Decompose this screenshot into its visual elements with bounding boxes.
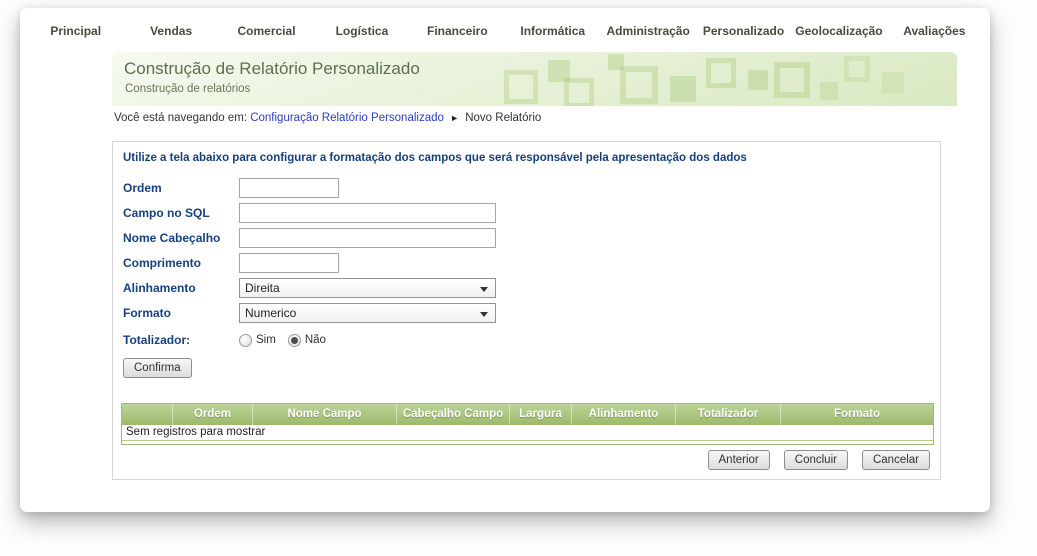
nav-label: Comercial: [237, 24, 296, 38]
report-config-panel: Utilize a tela abaixo para configurar a …: [112, 141, 941, 480]
ordem-label: Ordem: [123, 181, 162, 195]
column-header-ordem[interactable]: Ordem: [172, 404, 252, 425]
nav-label: Geolocalização: [795, 24, 883, 38]
alinhamento-label: Alinhamento: [123, 281, 196, 295]
nav-item-principal[interactable]: Principal: [28, 24, 123, 56]
nav-label: Logística: [335, 24, 389, 38]
nav-label: Vendas: [150, 24, 193, 38]
campo-sql-label: Campo no SQL: [123, 206, 210, 220]
confirm-row: Confirma: [123, 358, 932, 378]
nav-label: Administração: [606, 24, 690, 38]
confirma-button[interactable]: Confirma: [123, 358, 192, 378]
column-header-alinhamento[interactable]: Alinhamento: [571, 404, 675, 425]
fields-table-header: Ordem Nome Campo Cabeçalho Campo Largura…: [122, 404, 933, 425]
column-header-empty: [122, 404, 172, 425]
wizard-actions: Anterior Concluir Cancelar: [121, 450, 930, 470]
table-footer-strip: [122, 441, 933, 444]
column-header-totalizador[interactable]: Totalizador: [675, 404, 780, 425]
campo-sql-input[interactable]: [239, 203, 496, 223]
column-header-formato[interactable]: Formato: [780, 404, 933, 425]
breadcrumb-link-configuracao[interactable]: Configuração Relatório Personalizado: [250, 112, 444, 124]
anterior-button[interactable]: Anterior: [707, 450, 770, 470]
form-instructions: Utilize a tela abaixo para configurar a …: [123, 152, 747, 164]
form-row-nome-cabecalho: Nome Cabeçalho: [123, 228, 930, 248]
page-title: Construção de Relatório Personalizado: [124, 59, 420, 78]
breadcrumb-arrow-icon: ►: [450, 113, 460, 123]
column-header-cabecalho-campo[interactable]: Cabeçalho Campo: [396, 404, 509, 425]
comprimento-input[interactable]: [239, 253, 339, 273]
nav-label: Principal: [50, 24, 102, 38]
alinhamento-selected-value: Direita: [245, 281, 280, 295]
empty-table-message: Sem registros para mostrar: [122, 425, 933, 441]
nome-cabecalho-label: Nome Cabeçalho: [123, 231, 221, 245]
form-row-formato: Formato Numerico: [123, 303, 930, 323]
totalizador-sim-radio[interactable]: [239, 333, 252, 347]
fields-table: Ordem Nome Campo Cabeçalho Campo Largura…: [121, 403, 934, 445]
totalizador-radio-group: Sim Não: [239, 333, 338, 347]
cancelar-button[interactable]: Cancelar: [861, 450, 930, 470]
page-subtitle: Construção de relatórios: [125, 83, 251, 95]
alinhamento-select[interactable]: Direita: [239, 278, 496, 298]
nav-label: Personalizado: [702, 24, 785, 38]
formato-select[interactable]: Numerico: [239, 303, 496, 323]
chevron-down-icon: [480, 287, 488, 292]
form-row-totalizador: Totalizador: Sim Não: [123, 330, 930, 350]
concluir-button[interactable]: Concluir: [783, 450, 848, 470]
breadcrumb: Você está navegando em: Configuração Rel…: [114, 112, 541, 124]
nav-label: Financeiro: [426, 24, 488, 38]
nome-cabecalho-input[interactable]: [239, 228, 496, 248]
nav-label: Informática: [520, 24, 586, 38]
page-banner: Construção de Relatório Personalizado Co…: [112, 52, 957, 106]
column-header-nome-campo[interactable]: Nome Campo: [252, 404, 396, 425]
formato-label: Formato: [123, 306, 171, 320]
formato-selected-value: Numerico: [245, 306, 297, 320]
form-row-campo-sql: Campo no SQL: [123, 203, 930, 223]
totalizador-sim-label: Sim: [256, 334, 276, 346]
page-card: Principal Vendas Comercial Logística Fin…: [20, 8, 990, 512]
nav-label: Avaliações: [903, 24, 966, 38]
comprimento-label: Comprimento: [123, 256, 201, 270]
form-row-ordem: Ordem: [123, 178, 930, 198]
totalizador-nao-radio[interactable]: [287, 333, 301, 347]
form-row-comprimento: Comprimento: [123, 253, 930, 273]
ordem-input[interactable]: [239, 178, 339, 198]
totalizador-nao-label: Não: [304, 334, 326, 346]
form-row-alinhamento: Alinhamento Direita: [123, 278, 930, 298]
totalizador-label: Totalizador:: [123, 333, 191, 347]
chevron-down-icon: [480, 312, 488, 317]
column-header-largura[interactable]: Largura: [509, 404, 571, 425]
breadcrumb-prefix: Você está navegando em:: [114, 112, 247, 124]
breadcrumb-current: Novo Relatório: [465, 112, 542, 124]
